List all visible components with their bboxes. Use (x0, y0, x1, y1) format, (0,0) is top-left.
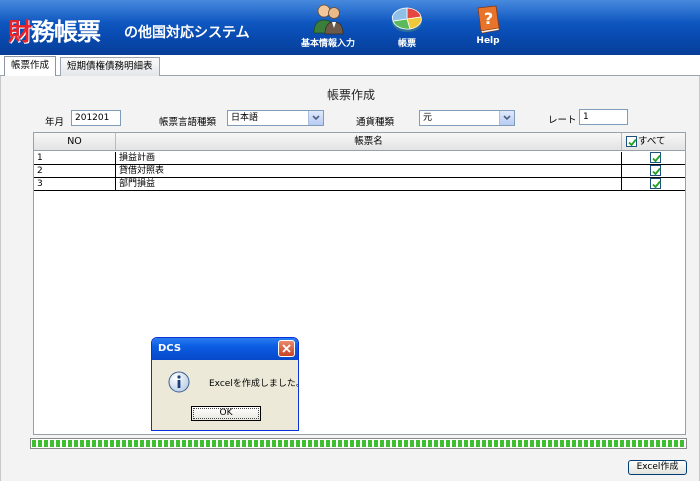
column-header-report-name: 帳票名 (116, 133, 622, 150)
column-header-select-all[interactable]: すべて (622, 133, 685, 150)
report-grid: NO 帳票名 すべて 1 損益計画 2 貸借対照表 3 部門損益 (33, 132, 686, 435)
table-row[interactable]: 3 部門損益 (34, 178, 685, 191)
app-subtitle: の他国対応システム (124, 22, 250, 42)
year-month-field[interactable]: 201201 (71, 110, 121, 126)
rate-field[interactable]: 1 (579, 109, 628, 125)
row-report-name: 貸借対照表 (116, 165, 622, 177)
checkmark-icon (652, 180, 661, 189)
dialog-body: Excelを作成しました。 OK (155, 360, 298, 428)
checkmark-icon (628, 138, 637, 147)
pie-chart-icon (391, 7, 422, 32)
app-subtitle-text: の他国対応システム (124, 25, 250, 41)
currency-type-value: 元 (423, 113, 433, 123)
page-title: 帳票作成 (326, 88, 375, 102)
currency-type-select[interactable]: 元 (419, 110, 515, 126)
progress-fill (32, 440, 685, 447)
basic-info-input-label: 基本情報入力 (300, 39, 355, 49)
year-month-label: 年月 (45, 117, 65, 128)
report-language-value: 日本語 (231, 113, 259, 123)
app-header: 財務帳票 の他国対応システム 基本情報入力 帳票 ? Help (0, 0, 700, 55)
tab-short-term-receivables-payables[interactable]: 短期債権債務明細表 (60, 57, 160, 76)
help-button[interactable]: ? Help (448, 3, 528, 51)
report-language-label: 帳票言語種類 (159, 117, 217, 128)
row-checkbox-cell (622, 178, 685, 190)
chevron-down-icon[interactable] (308, 111, 323, 125)
table-row[interactable]: 1 損益計画 (34, 152, 685, 165)
column-header-no: NO (34, 133, 116, 150)
dialog-title: DCS (152, 338, 298, 360)
app-title: 財務帳票 (8, 12, 101, 47)
grid-header: NO 帳票名 すべて (34, 133, 685, 151)
row-no: 1 (34, 152, 116, 164)
reports-button[interactable]: 帳票 (367, 3, 447, 51)
checkmark-icon (652, 154, 661, 163)
users-icon (313, 4, 344, 35)
row-checkbox-cell (622, 152, 685, 164)
checkmark-icon (652, 167, 661, 176)
tab-report-creation[interactable]: 帳票作成 (4, 56, 57, 77)
basic-info-input-button[interactable]: 基本情報入力 (288, 3, 368, 51)
row-report-name: 損益計画 (116, 152, 622, 164)
row-report-name: 部門損益 (116, 178, 622, 190)
dialog-close-button[interactable] (278, 340, 295, 357)
excel-create-button[interactable]: Excel作成 (628, 460, 687, 475)
app-title-rest: 務帳票 (31, 18, 101, 46)
tab-bar: 帳票作成 短期債権債務明細表 (0, 55, 700, 77)
chevron-down-icon[interactable] (499, 111, 514, 125)
select-all-checkbox[interactable] (626, 136, 637, 147)
reports-label: 帳票 (397, 39, 416, 49)
row-checkbox[interactable] (650, 165, 661, 176)
dialog-ok-button[interactable]: OK (191, 406, 261, 421)
info-icon (168, 371, 190, 393)
row-no: 3 (34, 178, 116, 190)
help-book-icon: ? (477, 5, 500, 34)
select-all-label: すべて (638, 136, 666, 147)
row-checkbox[interactable] (650, 152, 661, 163)
app-title-first-char: 財 (8, 18, 32, 46)
help-label: Help (476, 36, 500, 46)
progress-bar (30, 438, 687, 449)
table-row[interactable]: 2 貸借対照表 (34, 165, 685, 178)
svg-text:?: ? (484, 9, 493, 28)
currency-type-label: 通貨種類 (356, 117, 395, 128)
message-dialog: DCS Excelを作成しました。 OK (151, 337, 299, 431)
close-icon (282, 344, 291, 353)
row-checkbox[interactable] (650, 178, 661, 189)
row-checkbox-cell (622, 165, 685, 177)
report-language-select[interactable]: 日本語 (227, 110, 324, 126)
rate-label: レート (548, 115, 577, 126)
row-no: 2 (34, 165, 116, 177)
main-panel: 帳票作成 年月 201201 帳票言語種類 日本語 通貨種類 元 レート 1 N… (0, 76, 700, 481)
dialog-message: Excelを作成しました。 (209, 379, 299, 389)
